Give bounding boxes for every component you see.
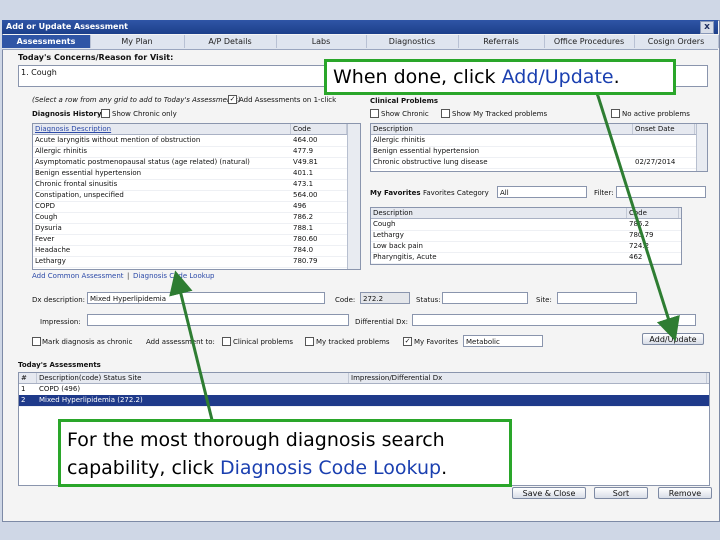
- arrow-to-add-update: [596, 95, 680, 342]
- callout-add-update: When done, click Add/Update.: [324, 59, 676, 95]
- arrow-to-code-lookup: [169, 270, 214, 421]
- callout-bottom-suffix: .: [441, 457, 448, 479]
- callout-code-lookup: For the most thorough diagnosis search c…: [58, 419, 512, 487]
- callout-top-highlight: Add/Update: [501, 66, 614, 88]
- callout-top-suffix: .: [613, 66, 620, 88]
- callout-top-prefix: When done, click: [333, 66, 502, 88]
- callout-bottom-highlight: Diagnosis Code Lookup: [219, 457, 442, 479]
